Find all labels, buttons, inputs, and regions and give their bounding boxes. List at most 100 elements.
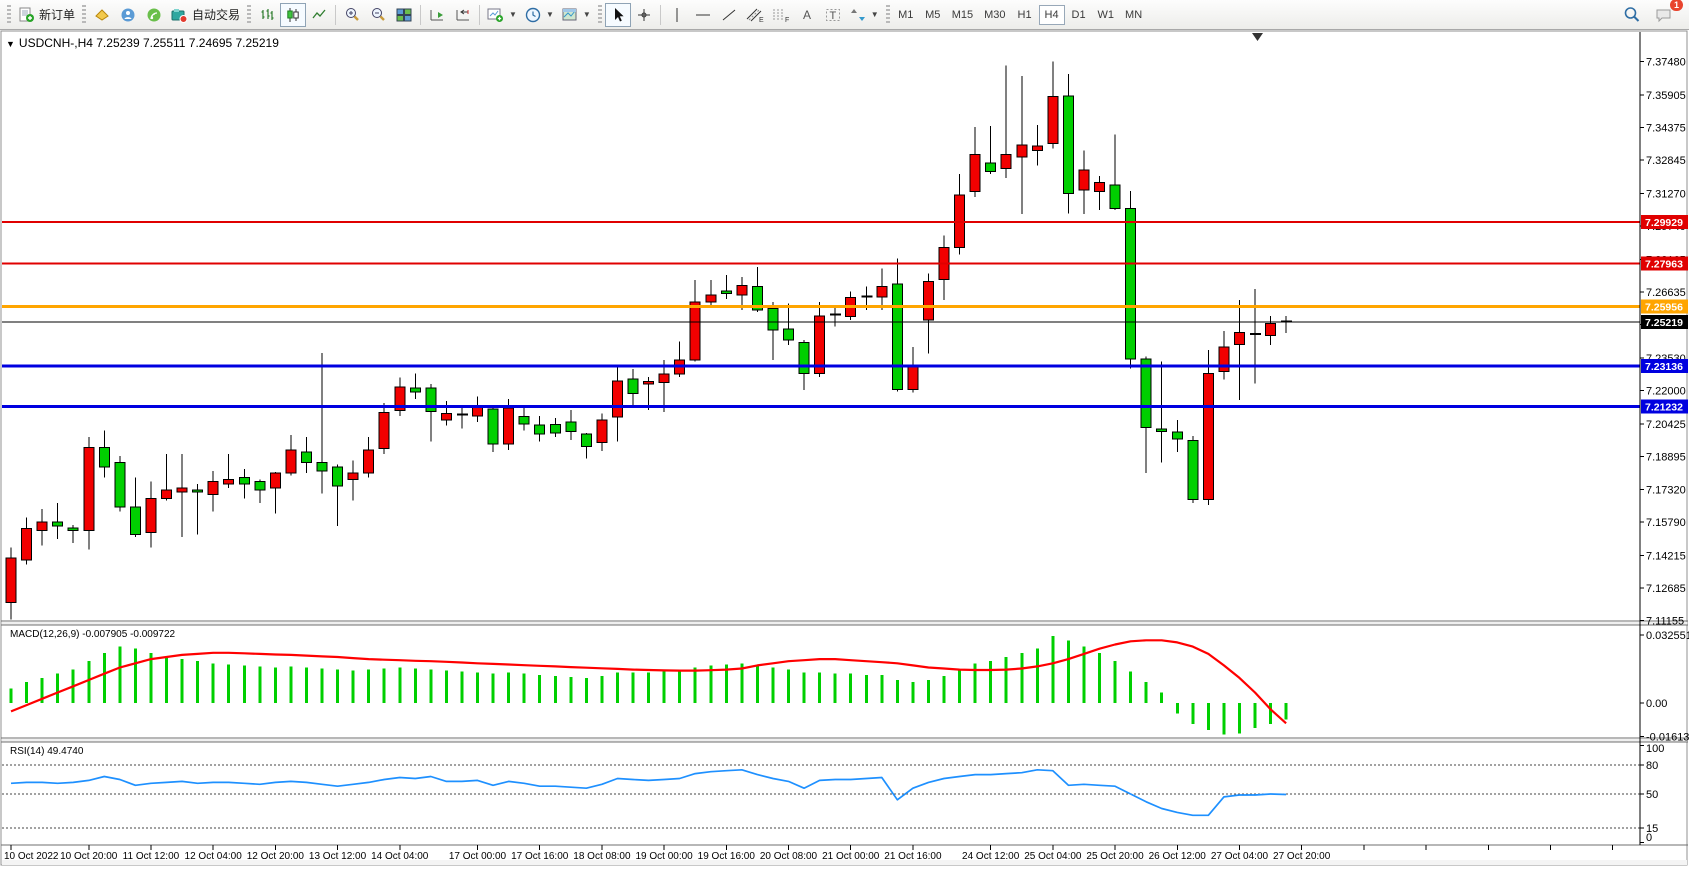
svg-text:7.11155: 7.11155 xyxy=(1646,616,1684,628)
svg-text:7.14215: 7.14215 xyxy=(1646,551,1686,563)
timeframe-M30[interactable]: M30 xyxy=(979,5,1010,25)
line-chart-type-button[interactable] xyxy=(306,3,332,27)
svg-text:7.15790: 7.15790 xyxy=(1646,517,1686,529)
chart-collapse-icon[interactable]: ▼ xyxy=(6,39,15,49)
timeframe-H4[interactable]: H4 xyxy=(1039,5,1065,25)
svg-text:0.00: 0.00 xyxy=(1646,698,1667,710)
arrows-tool-button[interactable]: ▼ xyxy=(846,3,883,27)
svg-text:7.22000: 7.22000 xyxy=(1646,385,1686,397)
chart-title-text: USDCNH-,H4 7.25239 7.25511 7.24695 7.252… xyxy=(19,36,279,50)
svg-text:7.29929: 7.29929 xyxy=(1645,217,1683,229)
horizontal-line-tool-button[interactable] xyxy=(690,3,716,27)
svg-text:7.37480: 7.37480 xyxy=(1646,57,1686,69)
toolbar-grip xyxy=(598,5,602,25)
toolbar-grip xyxy=(247,5,251,25)
text-label-tool-button[interactable]: T xyxy=(820,3,846,27)
svg-text:7.32845: 7.32845 xyxy=(1646,155,1686,167)
arrows-icon xyxy=(850,7,866,23)
equidistant-channel-button[interactable]: E xyxy=(742,3,768,27)
algo-trading-button[interactable]: 自动交易 xyxy=(167,3,244,27)
svg-text:7.17320: 7.17320 xyxy=(1646,485,1686,497)
zoom-out-button[interactable] xyxy=(365,3,391,27)
signals-button[interactable] xyxy=(141,3,167,27)
bar-chart-icon xyxy=(259,7,275,23)
chart-title: ▼ USDCNH-,H4 7.25239 7.25511 7.24695 7.25… xyxy=(6,36,279,50)
svg-text:7.21232: 7.21232 xyxy=(1645,402,1683,414)
timeframe-M5[interactable]: M5 xyxy=(920,5,946,25)
rsi-indicator-label: RSI(14) 49.4740 xyxy=(10,746,83,757)
periods-button[interactable]: ▼ xyxy=(521,3,558,27)
cursor-button[interactable] xyxy=(605,3,631,27)
svg-text:7.12685: 7.12685 xyxy=(1646,583,1686,595)
svg-text:0.032551: 0.032551 xyxy=(1646,630,1689,642)
dropdown-caret-icon: ▼ xyxy=(871,10,879,19)
timeframe-M15[interactable]: M15 xyxy=(947,5,978,25)
dropdown-caret-icon: ▼ xyxy=(509,10,517,19)
channel-icon: E xyxy=(746,7,764,23)
svg-text:T: T xyxy=(829,10,836,22)
svg-text:7.34375: 7.34375 xyxy=(1646,123,1686,135)
svg-text:F: F xyxy=(785,17,789,23)
cursor-icon xyxy=(611,7,625,23)
line-chart-icon xyxy=(311,7,327,23)
auto-scroll-icon xyxy=(429,7,446,23)
bar-chart-type-button[interactable] xyxy=(254,3,280,27)
auto-scroll-button[interactable] xyxy=(424,3,450,27)
svg-text:7.31270: 7.31270 xyxy=(1646,189,1686,201)
search-button[interactable] xyxy=(1619,3,1645,27)
toolbar-grip xyxy=(82,5,86,25)
candlestick-chart-type-button[interactable] xyxy=(280,3,306,27)
vertical-line-tool-button[interactable] xyxy=(664,3,690,27)
chat-bubble-icon xyxy=(1655,7,1673,23)
new-order-button[interactable]: 新订单 xyxy=(14,3,79,27)
trendline-tool-button[interactable] xyxy=(716,3,742,27)
timeframe-H1[interactable]: H1 xyxy=(1012,5,1038,25)
fibonacci-tool-button[interactable]: F xyxy=(768,3,794,27)
svg-text:7.20425: 7.20425 xyxy=(1646,419,1686,431)
macd-indicator-label: MACD(12,26,9) -0.007905 -0.009722 xyxy=(10,629,175,640)
templates-icon xyxy=(562,7,578,23)
svg-text:-0.016137: -0.016137 xyxy=(1646,732,1689,744)
toolbar-grip xyxy=(886,5,890,25)
new-order-icon xyxy=(18,7,35,23)
crosshair-icon xyxy=(636,7,652,23)
notification-badge: 1 xyxy=(1670,0,1683,11)
tile-windows-button[interactable] xyxy=(391,3,417,27)
timeframe-MN[interactable]: MN xyxy=(1120,5,1147,25)
chart-shift-button[interactable] xyxy=(450,3,476,27)
toolbar: 新订单 自动交易 ▼ xyxy=(0,0,1689,30)
toolbar-separator xyxy=(660,5,661,25)
templates-button[interactable]: ▼ xyxy=(558,3,595,27)
new-order-label: 新订单 xyxy=(39,6,75,23)
svg-text:7.23136: 7.23136 xyxy=(1645,361,1683,373)
timeframe-D1[interactable]: D1 xyxy=(1066,5,1092,25)
trendline-icon xyxy=(721,7,737,23)
toolbar-grip xyxy=(7,5,11,25)
chart-shift-icon xyxy=(455,7,472,23)
zoom-in-button[interactable] xyxy=(339,3,365,27)
search-icon xyxy=(1623,6,1641,23)
tile-windows-icon xyxy=(396,7,412,23)
svg-text:7.18895: 7.18895 xyxy=(1646,451,1686,463)
chart-canvas[interactable]: 7.374807.359057.343757.328457.312707.297… xyxy=(0,0,1689,873)
text-tool-button[interactable]: A xyxy=(794,3,820,27)
community-button[interactable] xyxy=(115,3,141,27)
zoom-in-icon xyxy=(344,7,361,23)
svg-text:80: 80 xyxy=(1646,760,1658,772)
svg-text:0: 0 xyxy=(1646,832,1652,844)
toolbar-separator xyxy=(335,5,336,25)
svg-text:7.25219: 7.25219 xyxy=(1645,317,1683,329)
zoom-out-icon xyxy=(370,7,387,23)
timeframe-group: M1M5M15M30H1H4D1W1MN xyxy=(893,5,1147,25)
candlestick-chart-icon xyxy=(285,7,301,23)
svg-text:7.27963: 7.27963 xyxy=(1645,259,1683,271)
notifications-button[interactable]: 1 xyxy=(1651,3,1677,27)
timeframe-M1[interactable]: M1 xyxy=(893,5,919,25)
crosshair-button[interactable] xyxy=(631,3,657,27)
vertical-line-icon xyxy=(671,7,683,23)
timeframe-W1[interactable]: W1 xyxy=(1093,5,1120,25)
favorites-button[interactable] xyxy=(89,3,115,27)
dropdown-caret-icon: ▼ xyxy=(583,10,591,19)
new-chart-button[interactable]: ▼ xyxy=(483,3,521,27)
community-icon xyxy=(120,7,136,23)
